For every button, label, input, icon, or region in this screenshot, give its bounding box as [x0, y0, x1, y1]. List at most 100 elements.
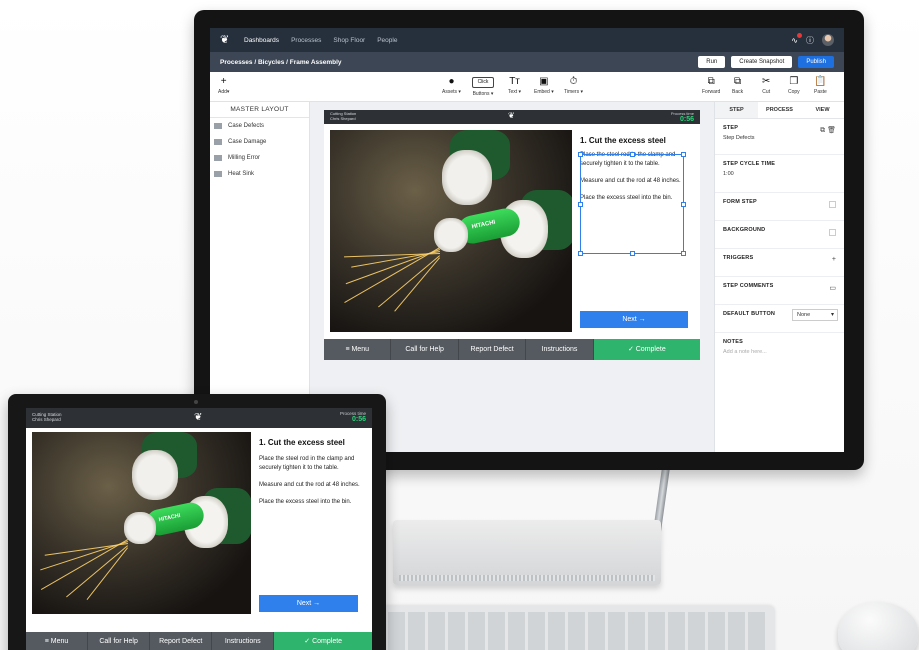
step-name[interactable]: Step Defects — [723, 135, 836, 141]
triggers-section: TRIGGERS + — [715, 249, 844, 277]
embed-tool[interactable]: ▣ Embed ▾ — [534, 76, 554, 95]
spark-streak — [378, 255, 440, 308]
report-defect-button[interactable]: Report Defect — [459, 339, 527, 360]
nav-people[interactable]: People — [377, 37, 397, 44]
stage: ❦ Dashboards Processes Shop Floor People… — [0, 0, 919, 650]
call-for-help-button[interactable]: Call for Help — [391, 339, 459, 360]
instruction-title: 1. Cut the excess steel — [580, 136, 666, 145]
monitor-stand-base — [393, 520, 661, 585]
step-label: STEP — [723, 125, 739, 131]
back-label: Back — [732, 89, 744, 95]
complete-button[interactable]: ✓ Complete — [593, 339, 700, 360]
report-defect-button[interactable]: Report Defect — [150, 632, 213, 650]
sidebar-item-case-damage[interactable]: Case Damage — [210, 134, 309, 150]
resize-handle[interactable] — [681, 152, 686, 157]
sidebar-item-heat-sink[interactable]: Heat Sink — [210, 166, 309, 182]
create-snapshot-button[interactable]: Create Snapshot — [731, 56, 793, 68]
instruction-title: 1. Cut the excess steel — [259, 438, 345, 447]
duplicate-icon[interactable]: ⧉ 🗑 — [820, 126, 836, 135]
selection-box[interactable] — [578, 152, 686, 256]
publish-button[interactable]: Publish — [798, 56, 834, 68]
bring-forward-icon: ⧉ — [707, 76, 715, 87]
instructions-button[interactable]: Instructions — [212, 632, 275, 650]
call-for-help-button[interactable]: Call for Help — [88, 632, 151, 650]
next-button[interactable]: Next → — [580, 311, 688, 328]
forward-tool[interactable]: ⧉ Forward — [702, 76, 720, 95]
resize-handle[interactable] — [578, 152, 583, 157]
background-section: BACKGROUND — [715, 221, 844, 249]
tab-view[interactable]: VIEW — [801, 102, 844, 118]
click-pill-icon: Click — [472, 77, 494, 88]
run-button[interactable]: Run — [698, 56, 726, 68]
back-tool[interactable]: ⧉ Back — [732, 76, 743, 95]
activity-icon[interactable]: ∿ — [791, 32, 802, 45]
app-logo-icon[interactable]: ❦ — [220, 34, 232, 46]
copy-icon: ❐ — [789, 76, 799, 87]
instruction-line: Measure and cut the rod at 48 inches. — [259, 482, 360, 488]
add-tool[interactable]: + Add▾ — [218, 76, 229, 95]
comment-icon[interactable]: ▭ — [829, 284, 836, 292]
sidebar-item-case-defects[interactable]: Case Defects — [210, 118, 309, 134]
nav-processes[interactable]: Processes — [291, 37, 321, 44]
paste-tool[interactable]: 📋 Paste — [814, 76, 827, 95]
step-thumbnail-icon — [214, 139, 222, 145]
plus-icon: + — [220, 76, 227, 87]
tablet-station-screen: Cutting Station Chris Shepard ❦ Process t… — [26, 408, 372, 650]
cut-tool[interactable]: ✂ Cut — [762, 76, 770, 95]
cycle-time-value[interactable]: 1:00 — [723, 171, 836, 177]
notes-input[interactable]: Add a note here... — [723, 349, 836, 355]
background-color-swatch[interactable] — [829, 229, 836, 236]
instruction-panel: 1. Cut the excess steel Place the steel … — [259, 438, 365, 507]
photo-glove-left — [442, 150, 492, 205]
timer-value: 0:56 — [351, 416, 366, 423]
text-tool[interactable]: Tт Text ▾ — [508, 76, 521, 95]
complete-button[interactable]: ✓ Complete — [274, 632, 372, 650]
nav-dashboards[interactable]: Dashboards — [244, 37, 279, 44]
properties-panel: STEP PROCESS VIEW STEP Step Defects ⧉ 🗑 … — [714, 102, 844, 452]
menu-button[interactable]: ≡ Menu — [26, 632, 89, 650]
editor-toolbar: + Add▾ ● Assets ▾ Click Buttons ▾ Tт Tex… — [210, 72, 844, 102]
cycle-time-label: STEP CYCLE TIME — [723, 161, 776, 167]
resize-handle[interactable] — [681, 251, 686, 256]
sidebar-title: MASTER LAYOUT — [210, 102, 309, 118]
station-preview: Cutting Station Chris Shepard ❦ Process t… — [324, 110, 700, 360]
forward-label: Forward — [702, 89, 721, 95]
resize-handle[interactable] — [630, 152, 635, 157]
scissors-icon: ✂ — [762, 76, 771, 87]
menu-button[interactable]: ≡ Menu — [324, 339, 392, 360]
process-timer: Process time 0:56 — [671, 111, 694, 123]
nav-shop-floor[interactable]: Shop Floor — [333, 37, 365, 44]
add-trigger-icon[interactable]: + — [832, 256, 836, 263]
form-step-checkbox[interactable] — [829, 201, 836, 208]
instructions-button[interactable]: Instructions — [526, 339, 594, 360]
notes-label: NOTES — [723, 339, 743, 345]
resize-handle[interactable] — [578, 251, 583, 256]
grinder-brand-text: HITACHI — [471, 219, 496, 231]
stopwatch-icon: ⏱ — [569, 76, 578, 87]
timers-tool[interactable]: ⏱ Timers ▾ — [564, 76, 583, 95]
resize-handle[interactable] — [681, 202, 686, 207]
tab-step[interactable]: STEP — [715, 102, 758, 118]
resize-handle[interactable] — [578, 202, 583, 207]
default-button-select[interactable]: None — [792, 309, 838, 321]
step-section: STEP Step Defects ⧉ 🗑 — [715, 119, 844, 155]
breadcrumb[interactable]: Processes / Bicycles / Frame Assembly — [220, 59, 342, 66]
assets-tool[interactable]: ● Assets ▾ — [442, 76, 461, 95]
buttons-tool[interactable]: Click Buttons ▾ — [472, 76, 494, 97]
next-button[interactable]: Next → — [259, 595, 358, 612]
circle-icon: ● — [448, 76, 455, 87]
sidebar-item-milling-error[interactable]: Milling Error — [210, 150, 309, 166]
help-icon[interactable]: ⓘ — [806, 35, 814, 46]
avatar[interactable] — [822, 34, 834, 46]
send-back-icon: ⧉ — [733, 76, 742, 87]
operator-name: Chris Shepard — [32, 417, 61, 422]
resize-handle[interactable] — [630, 251, 635, 256]
tab-process[interactable]: PROCESS — [758, 102, 801, 118]
mouse — [838, 602, 918, 650]
cut-label: Cut — [762, 89, 771, 95]
copy-tool[interactable]: ❐ Copy — [788, 76, 800, 95]
breadcrumb-bar: Processes / Bicycles / Frame Assembly Ru… — [210, 52, 844, 72]
camera-icon — [194, 400, 198, 404]
grinder-brand-text: HITACHI — [158, 512, 181, 524]
tablet-device: Cutting Station Chris Shepard ❦ Process t… — [8, 394, 386, 650]
